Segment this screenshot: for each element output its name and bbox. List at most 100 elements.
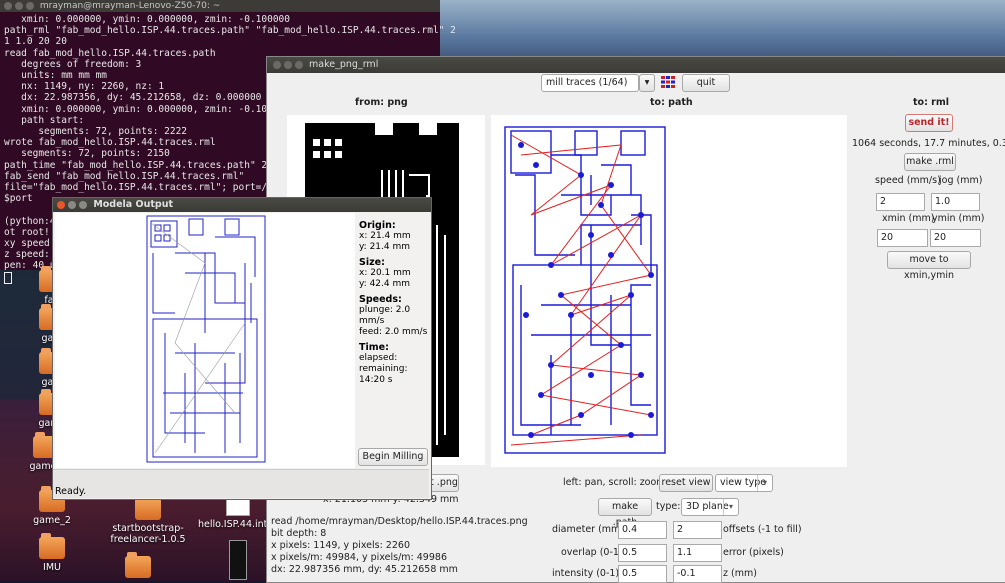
modela-preview[interactable] — [55, 213, 355, 468]
terminal-line: fab_send "fab_mod_hello.ISP.44.traces.rm… — [4, 170, 245, 182]
pixels-per-m-info: x pixels/m: 49984, y pixels/m: 49986 — [271, 552, 447, 563]
close-icon[interactable] — [57, 200, 65, 209]
z-label: z (mm) — [723, 568, 757, 579]
pcb-thumbnail-icon — [229, 540, 247, 580]
mode-select-value: mill traces (1/64) — [546, 77, 628, 88]
folder-icon — [39, 533, 65, 559]
send-it-button[interactable]: send it! — [905, 114, 953, 132]
move-label: move to xmin,ymin — [903, 254, 955, 281]
terminal-line: xmin: 0.000000, ymin: 0.000000, zmin: -0… — [21, 103, 290, 115]
maximize-icon[interactable] — [295, 60, 303, 69]
desktop-icon-label: IMU — [43, 562, 61, 573]
modela-toolpath-drawing — [146, 215, 266, 463]
toolpath-drawing — [504, 126, 666, 454]
begin-milling-button[interactable]: Begin Milling — [358, 448, 428, 466]
feed-speed: feed: 2.0 mm/s — [359, 327, 428, 337]
error-input[interactable]: 1.1 — [673, 544, 722, 562]
maximize-icon[interactable] — [26, 1, 34, 10]
chevron-down-icon: ▾ — [757, 475, 772, 491]
origin-y: y: 21.4 mm — [359, 242, 410, 252]
terminal-line: read fab_mod_hello.ISP.44.traces.path — [4, 47, 216, 59]
wallpaper-sky — [420, 0, 1005, 60]
time-estimate: 1064 seconds, 17.7 minutes, 0.30 hours — [852, 138, 1005, 149]
type-select[interactable]: 3D plane ▾ — [681, 498, 739, 516]
xmin-input[interactable]: 20 — [877, 229, 928, 247]
ymin-input[interactable]: 20 — [930, 229, 981, 247]
quit-button[interactable]: quit — [682, 74, 730, 92]
diameter-input[interactable]: 0.4 — [618, 521, 667, 539]
terminal-line: ot root! — [4, 226, 50, 238]
minimize-icon[interactable] — [284, 60, 292, 69]
folder-icon — [135, 494, 161, 520]
xmin-label: xmin (mm) — [882, 213, 935, 224]
origin-heading: Origin: — [359, 220, 396, 231]
desktop-icon-startbootstrap[interactable]: startbootstrap-freelancer-1.0.5 — [108, 494, 188, 545]
modela-info-panel: Origin: x: 21.4 mm y: 21.4 mm Size: x: 2… — [359, 216, 429, 386]
desktop-icon-folder-bottom[interactable] — [118, 552, 158, 581]
overlap-input[interactable]: 0.5 — [618, 544, 667, 562]
status-text: Ready. — [55, 486, 87, 497]
desktop-icon-pcb-image[interactable] — [228, 540, 248, 580]
view-type-select[interactable]: view type ▾ — [715, 474, 773, 492]
terminal-line: degrees of freedom: 3 — [21, 58, 142, 70]
terminal-line: xy speed: — [4, 238, 56, 250]
terminal-line: dx: 22.987356, dy: 45.212658, dz: 0.0000… — [21, 92, 262, 104]
intensity-input[interactable]: 0.5 — [618, 565, 667, 583]
z-input[interactable]: -0.1 — [673, 565, 722, 583]
minimize-icon[interactable] — [68, 200, 76, 209]
toolpath-preview-panel[interactable] — [491, 115, 847, 467]
speeds-heading: Speeds: — [359, 294, 402, 305]
make-path-button[interactable]: make .path — [598, 498, 652, 528]
close-icon[interactable] — [273, 60, 281, 69]
terminal-line: (python:4 — [4, 215, 56, 227]
error-label: error (pixels) — [723, 547, 784, 558]
quit-button-label: quit — [696, 77, 716, 88]
desktop-icon-imu[interactable]: IMU — [30, 533, 74, 573]
reset-view-label: reset view — [661, 477, 711, 488]
minimize-icon[interactable] — [15, 1, 23, 10]
modela-output-window[interactable]: Modela Output Origin: x: 21.4 mm y: 21.4… — [52, 197, 432, 500]
desktop-icon-label: startbootstrap-freelancer-1.0.5 — [110, 523, 186, 545]
pixels-info: x pixels: 1149, y pixels: 2260 — [271, 540, 410, 551]
terminal-line: segments: 72, points: 2222 — [38, 126, 188, 138]
remaining-time: remaining: 14:20 s — [359, 364, 408, 385]
folder-icon — [125, 552, 151, 578]
offsets-input[interactable]: 2 — [673, 521, 722, 539]
pan-zoom-hint: left: pan, scroll: zoom — [563, 477, 666, 488]
terminal-line: path_time "fab_mod_hello.ISP.44.traces.p… — [4, 159, 290, 171]
move-to-xmin-ymin-button[interactable]: move to xmin,ymin — [887, 251, 971, 281]
dx-dy-info: dx: 22.987356 mm, dy: 45.212658 mm — [271, 564, 458, 575]
chevron-down-icon: ▾ — [723, 499, 738, 515]
overlap-label: overlap (0-1) — [561, 547, 623, 558]
window-title: make_png_rml — [309, 59, 379, 70]
load-png-button[interactable]: t .png — [429, 474, 459, 492]
maximize-icon[interactable] — [79, 200, 87, 209]
from-png-heading: from: png — [355, 97, 408, 108]
terminal-title: mrayman@mrayman-Lenovo-Z50-70: ~ — [39, 1, 221, 11]
make-png-rml-titlebar[interactable]: make_png_rml — [267, 57, 1005, 73]
grid-color-icon[interactable] — [661, 76, 675, 88]
terminal-line: file="fab_mod_hello.ISP.44.traces.rml"; … — [4, 182, 290, 194]
mode-dropdown-button[interactable]: ▾ — [639, 74, 655, 92]
ymin-label: ymin (mm) — [932, 213, 985, 224]
modela-statusbar: Ready. — [53, 469, 429, 498]
jog-input[interactable]: 1.0 — [931, 193, 980, 211]
make-rml-button[interactable]: make .rml — [904, 153, 956, 171]
mode-select[interactable]: mill traces (1/64) — [541, 74, 639, 92]
size-y: y: 42.4 mm — [359, 279, 410, 289]
speed-label: speed (mm/s) — [875, 175, 941, 186]
terminal-line: $port — [4, 193, 33, 205]
speed-input[interactable]: 2 — [876, 193, 925, 211]
plunge-speed: plunge: 2.0 mm/s — [359, 305, 411, 326]
close-icon[interactable] — [4, 1, 12, 10]
chevron-down-icon: ▾ — [644, 77, 650, 88]
terminal-titlebar[interactable]: mrayman@mrayman-Lenovo-Z50-70: ~ — [0, 0, 440, 12]
terminal-line: 1 1.0 20 20 — [4, 36, 67, 48]
modela-titlebar[interactable]: Modela Output — [53, 198, 431, 212]
bit-depth-info: bit depth: 8 — [271, 528, 327, 539]
terminal-line: path_rml "fab_mod_hello.ISP.44.traces.pa… — [4, 25, 456, 37]
terminal-line: segments: 72, points: 2150 — [21, 148, 170, 160]
jog-label: jog (mm) — [939, 175, 983, 186]
make-rml-label: make .rml — [906, 156, 954, 167]
reset-view-button[interactable]: reset view — [659, 474, 713, 492]
